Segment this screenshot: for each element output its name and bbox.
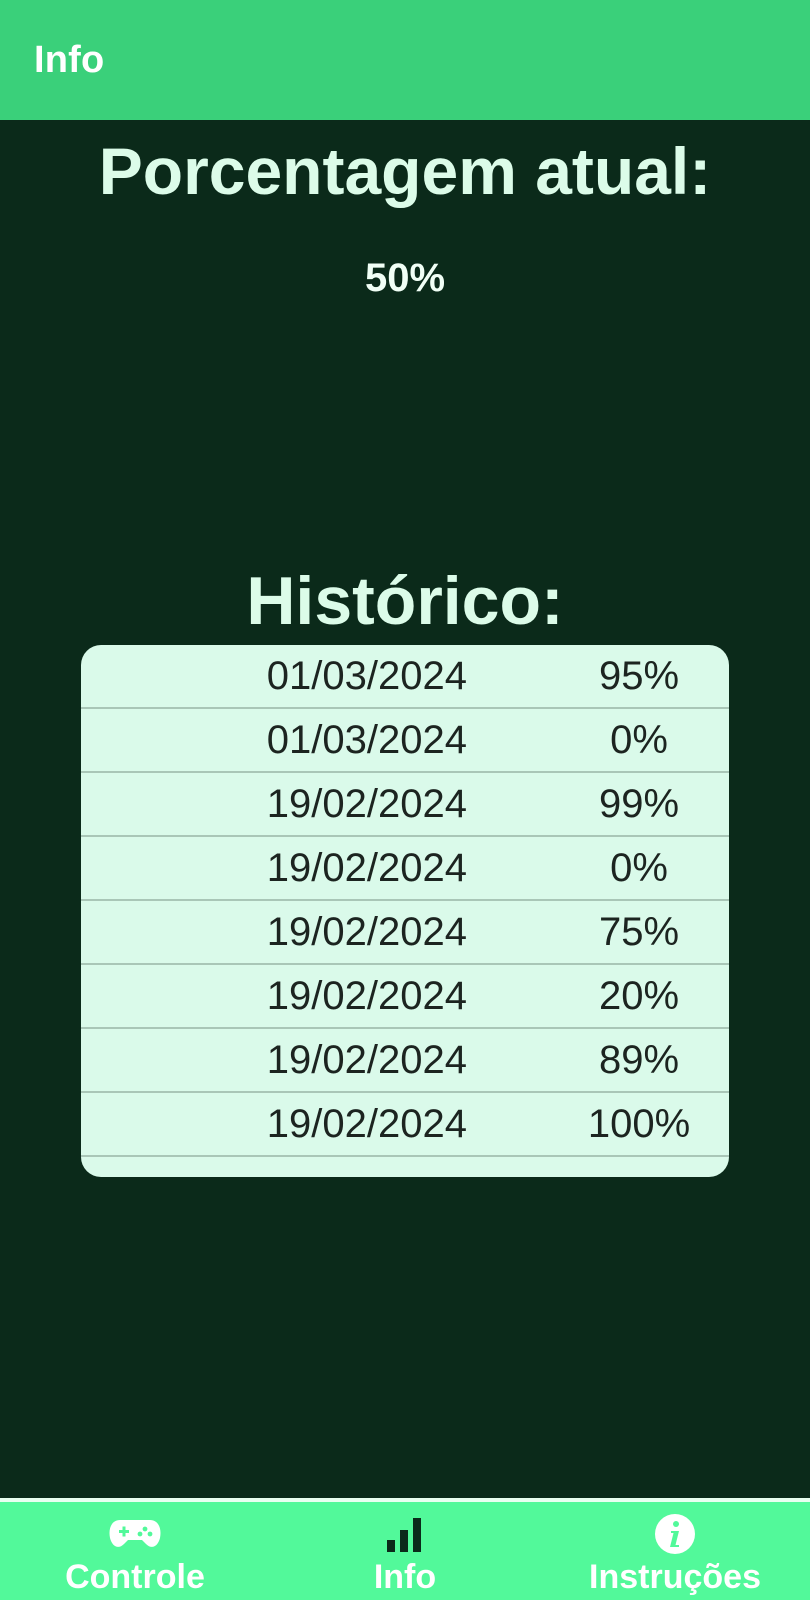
bottom-navigation: Controle Info Instruções <box>0 1498 810 1600</box>
gamepad-icon <box>108 1512 162 1556</box>
history-title: Histórico: <box>246 563 564 639</box>
app-bar-title: Info <box>34 38 105 81</box>
history-percent: 100% <box>587 1102 691 1146</box>
history-list: 01/03/2024 95% 01/03/2024 0% 19/02/2024 … <box>81 645 729 1177</box>
nav-label-info: Info <box>373 1558 437 1596</box>
history-percent: 89% <box>598 1038 680 1082</box>
history-date: 19/02/2024 <box>266 782 467 826</box>
history-percent: 95% <box>598 654 680 698</box>
history-row: 01/03/2024 0% <box>81 709 729 773</box>
info-circle-icon <box>653 1512 697 1556</box>
history-row: 19/02/2024 0% <box>81 837 729 901</box>
history-row: 19/02/2024 75% <box>81 901 729 965</box>
history-row: 19/02/2024 89% <box>81 1029 729 1093</box>
history-date: 19/02/2024 <box>266 910 467 954</box>
history-row: 19/02/2024 100% <box>81 1093 729 1157</box>
signal-bars-icon <box>383 1512 427 1556</box>
history-percent: 75% <box>598 910 680 954</box>
nav-label-controle: Controle <box>65 1558 205 1596</box>
history-date: 19/02/2024 <box>266 1102 467 1146</box>
history-date: 01/03/2024 <box>266 654 467 698</box>
nav-item-instrucoes[interactable]: Instruções <box>540 1502 810 1594</box>
history-date: 19/02/2024 <box>266 974 467 1018</box>
current-percentage-title: Porcentagem atual: <box>98 134 712 208</box>
history-row: 19/02/2024 20% <box>81 965 729 1029</box>
app-screen: Info Porcentagem atual: 50% Histórico: 0… <box>0 0 810 1600</box>
nav-item-info[interactable]: Info <box>270 1502 540 1594</box>
history-row: 01/03/2024 95% <box>81 645 729 709</box>
history-date: 19/02/2024 <box>266 1038 467 1082</box>
history-percent: 0% <box>610 718 668 762</box>
current-percentage-value: 50% <box>364 256 446 300</box>
history-date: 01/03/2024 <box>266 718 467 762</box>
history-row: 19/02/2024 99% <box>81 773 729 837</box>
history-percent: 0% <box>610 846 668 890</box>
nav-item-controle[interactable]: Controle <box>0 1502 270 1594</box>
history-percent: 99% <box>598 782 680 826</box>
history-percent: 20% <box>598 974 680 1018</box>
nav-label-instrucoes: Instruções <box>589 1558 761 1596</box>
app-bar: Info <box>0 0 810 120</box>
history-date: 19/02/2024 <box>266 846 467 890</box>
